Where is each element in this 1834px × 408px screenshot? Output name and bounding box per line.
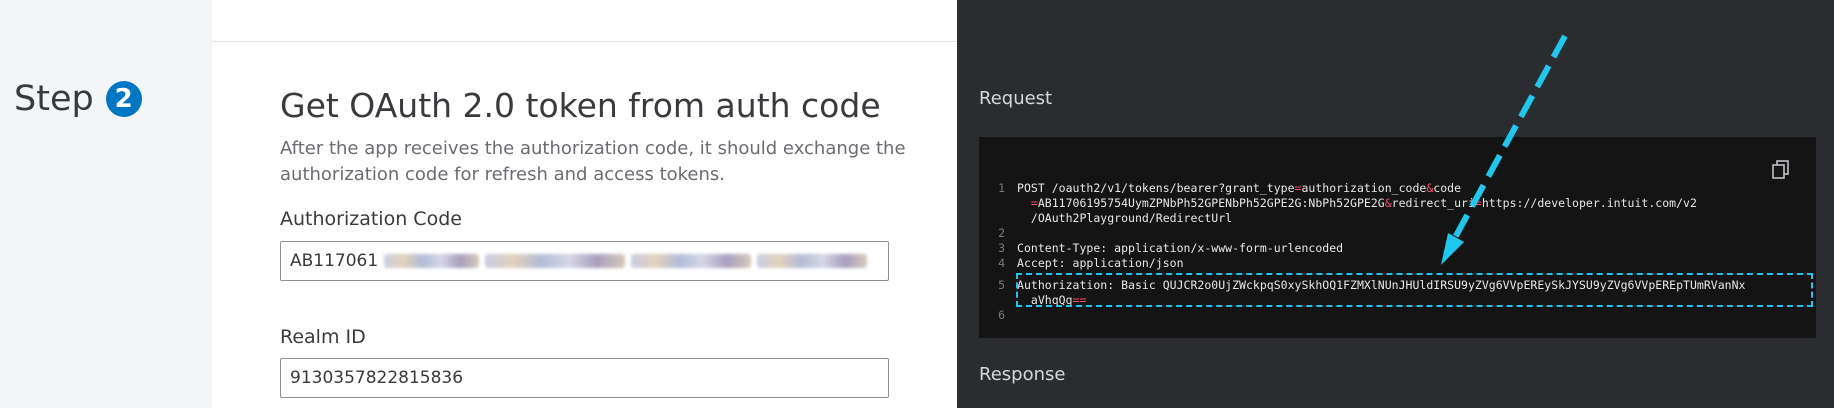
- realm-id-value: 9130357822815836: [290, 368, 464, 388]
- redacted-text: [485, 254, 626, 268]
- code-line: 6: [998, 308, 1005, 322]
- auth-code-label: Authorization Code: [280, 208, 462, 230]
- code-line: =AB11706195754UymZPNbPh52GPENbPh52GPE2G:…: [1030, 196, 1697, 210]
- form-divider: [212, 41, 957, 42]
- realm-id-label: Realm ID: [280, 326, 366, 348]
- request-label: Request: [979, 88, 1053, 109]
- step-label: Step: [14, 79, 94, 119]
- copy-icon[interactable]: [1772, 160, 1790, 180]
- step-indicator: Step 2: [14, 79, 142, 119]
- code-line: /OAuth2Playground/RedirectUrl: [1030, 211, 1233, 225]
- response-label: Response: [979, 364, 1066, 385]
- redacted-text: [757, 254, 868, 268]
- request-code-block: [979, 137, 1816, 338]
- realm-id-field[interactable]: 9130357822815836: [280, 358, 889, 398]
- code-line: 1 POST /oauth2/v1/tokens/bearer?grant_typ…: [998, 181, 1461, 195]
- code-line: 4 Accept: application/json: [998, 256, 1184, 270]
- redacted-text: [631, 254, 752, 268]
- step-rail: [0, 0, 212, 408]
- code-line: 2: [998, 226, 1005, 240]
- step-number-badge: 2: [105, 81, 142, 117]
- page-title: Get OAuth 2.0 token from auth code: [280, 86, 881, 125]
- auth-code-value: AB117061: [290, 251, 379, 271]
- code-line: 3 Content-Type: application/x-www-form-ur…: [998, 241, 1344, 255]
- auth-code-field[interactable]: AB117061: [280, 241, 889, 281]
- authorization-header-highlight: [1016, 273, 1813, 307]
- page-description: After the app receives the authorization…: [280, 138, 906, 185]
- redacted-text: [384, 254, 480, 268]
